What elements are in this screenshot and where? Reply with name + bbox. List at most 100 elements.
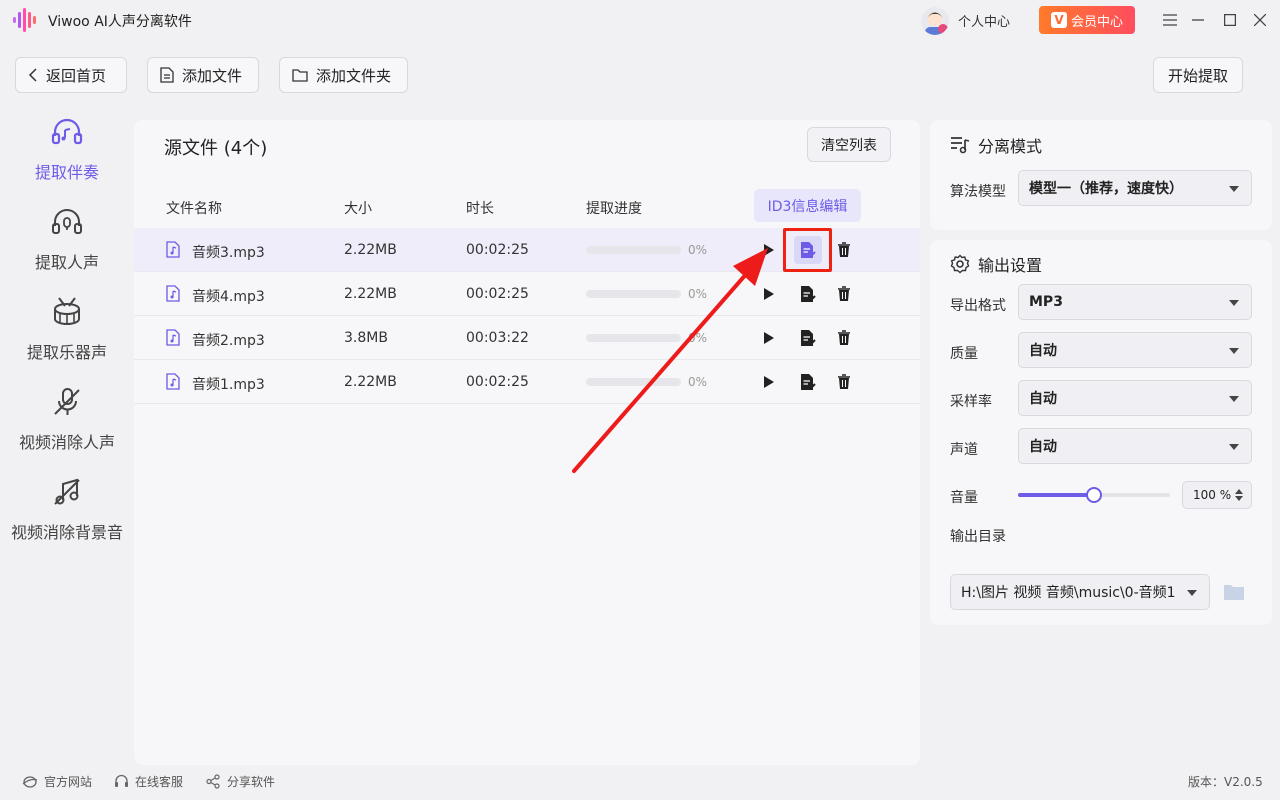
play-icon <box>764 288 774 300</box>
edit-document-icon <box>801 374 816 390</box>
audio-file-icon <box>166 285 180 302</box>
clear-list-button[interactable]: 清空列表 <box>807 127 891 162</box>
edit-document-icon <box>801 286 816 302</box>
menu-icon[interactable] <box>1160 10 1180 30</box>
spinner-arrows-icon[interactable] <box>1234 488 1244 502</box>
table-row[interactable]: 音频2.mp3 3.8MB 00:03:22 0% <box>134 316 920 360</box>
maximize-icon[interactable] <box>1220 10 1240 30</box>
quality-value: 自动 <box>1029 343 1057 359</box>
add-folder-button[interactable]: 添加文件夹 <box>279 57 408 93</box>
sample-rate-select[interactable]: 自动 <box>1018 380 1252 416</box>
avatar[interactable] <box>921 7 949 35</box>
delete-button[interactable] <box>832 370 856 394</box>
column-header-duration: 时长 <box>466 201 494 217</box>
progress-bar <box>586 246 681 254</box>
file-duration: 00:02:25 <box>466 374 529 390</box>
online-support-label: 在线客服 <box>135 775 184 789</box>
sidebar-item-label: 视频消除背景音 <box>10 523 123 542</box>
start-extract-button[interactable]: 开始提取 <box>1153 57 1243 93</box>
source-files-panel: 源文件 (4个) 清空列表 文件名称 大小 时长 提取进度 ID3信息编辑 音频… <box>134 120 920 765</box>
play-button[interactable] <box>757 370 781 394</box>
panel-title: 源文件 (4个) <box>164 138 268 159</box>
volume-slider-handle[interactable] <box>1086 487 1102 503</box>
audio-file-icon <box>166 241 180 258</box>
format-select[interactable]: MP3 <box>1018 284 1252 320</box>
file-name: 音频1.mp3 <box>192 377 265 393</box>
music-list-icon <box>951 137 970 154</box>
output-dir-label: 输出目录 <box>950 529 1006 545</box>
minimize-icon[interactable] <box>1188 10 1208 30</box>
channel-select[interactable]: 自动 <box>1018 428 1252 464</box>
sidebar-item-extract-accompaniment[interactable]: 提取伴奏 <box>0 115 134 195</box>
official-site-label: 官方网站 <box>44 775 93 789</box>
delete-button[interactable] <box>832 238 856 262</box>
output-dir-value: H:\图片 视频 音频\music\0-音频1 <box>961 585 1176 601</box>
volume-label: 音量 <box>950 490 978 506</box>
vip-badge-icon: V <box>1050 12 1067 28</box>
add-file-label: 添加文件 <box>182 66 243 85</box>
channel-label: 声道 <box>950 442 978 458</box>
sidebar-item-extract-instruments[interactable]: 提取乐器声 <box>0 295 134 375</box>
channel-value: 自动 <box>1029 439 1057 455</box>
chevron-down-icon <box>1229 396 1239 402</box>
chevron-left-icon <box>28 68 37 82</box>
output-settings-label: 输出设置 <box>978 256 1043 275</box>
official-site-link[interactable]: 官方网站 <box>22 773 92 790</box>
delete-button[interactable] <box>832 282 856 306</box>
trash-icon <box>838 374 850 389</box>
format-value: MP3 <box>1029 294 1063 310</box>
volume-slider-fill <box>1018 493 1094 497</box>
sidebar-item-label: 视频消除人声 <box>18 433 115 452</box>
play-button[interactable] <box>757 326 781 350</box>
play-icon <box>764 332 774 344</box>
vip-center-button[interactable]: V 会员中心 <box>1039 6 1135 34</box>
app-logo-icon <box>13 8 36 32</box>
sidebar-item-extract-vocals[interactable]: 提取人声 <box>0 205 134 285</box>
algorithm-select[interactable]: 模型一（推荐，速度快） <box>1018 170 1252 206</box>
chevron-down-icon <box>1229 444 1239 450</box>
algorithm-label: 算法模型 <box>950 184 1006 200</box>
progress-percent: 0% <box>688 243 708 257</box>
personal-center-link[interactable]: 个人中心 <box>958 11 1010 30</box>
play-button[interactable] <box>757 282 781 306</box>
table-row[interactable]: 音频1.mp3 2.22MB 00:02:25 0% <box>134 360 920 404</box>
close-icon[interactable] <box>1250 10 1270 30</box>
music-off-icon <box>50 475 84 509</box>
sidebar-item-label: 提取乐器声 <box>26 343 107 362</box>
quality-select[interactable]: 自动 <box>1018 332 1252 368</box>
share-icon <box>206 774 220 789</box>
play-button[interactable] <box>757 238 781 262</box>
column-header-name: 文件名称 <box>166 201 222 217</box>
sidebar-item-video-remove-vocals[interactable]: 视频消除人声 <box>0 385 134 465</box>
share-software-link[interactable]: 分享软件 <box>206 773 275 790</box>
progress-bar <box>586 290 681 298</box>
progress-bar <box>586 334 681 342</box>
chevron-down-icon <box>1229 300 1239 306</box>
output-dir-select[interactable]: H:\图片 视频 音频\music\0-音频1 <box>950 574 1210 610</box>
drum-icon <box>50 295 84 329</box>
id3-edit-button[interactable] <box>796 370 820 394</box>
id3-edit-button[interactable] <box>796 326 820 350</box>
delete-button[interactable] <box>832 326 856 350</box>
share-software-label: 分享软件 <box>227 775 276 789</box>
file-size: 3.8MB <box>344 330 388 346</box>
online-support-link[interactable]: 在线客服 <box>114 773 183 790</box>
back-home-button[interactable]: 返回首页 <box>15 57 127 93</box>
add-file-button[interactable]: 添加文件 <box>147 57 259 93</box>
folder-icon <box>292 69 308 82</box>
folder-open-icon[interactable] <box>1223 583 1245 601</box>
volume-stepper[interactable]: 100 % <box>1182 481 1252 509</box>
id3-edit-button[interactable] <box>796 282 820 306</box>
version-text: 版本：V2.0.5 <box>1188 775 1263 789</box>
volume-slider[interactable] <box>1018 487 1170 503</box>
file-name: 音频2.mp3 <box>192 333 265 349</box>
play-icon <box>764 244 774 256</box>
output-settings-panel: 输出设置 导出格式 MP3 质量 自动 采样率 自动 声道 自动 音量 100 … <box>930 240 1272 625</box>
id3-edit-header-button[interactable]: ID3信息编辑 <box>754 189 861 222</box>
table-row[interactable]: 音频4.mp3 2.22MB 00:02:25 0% <box>134 272 920 316</box>
file-duration: 00:02:25 <box>466 242 529 258</box>
back-home-label: 返回首页 <box>46 66 107 85</box>
trash-icon <box>838 242 850 257</box>
sidebar-item-video-remove-background[interactable]: 视频消除背景音 <box>0 475 134 555</box>
file-size: 2.22MB <box>344 374 397 390</box>
